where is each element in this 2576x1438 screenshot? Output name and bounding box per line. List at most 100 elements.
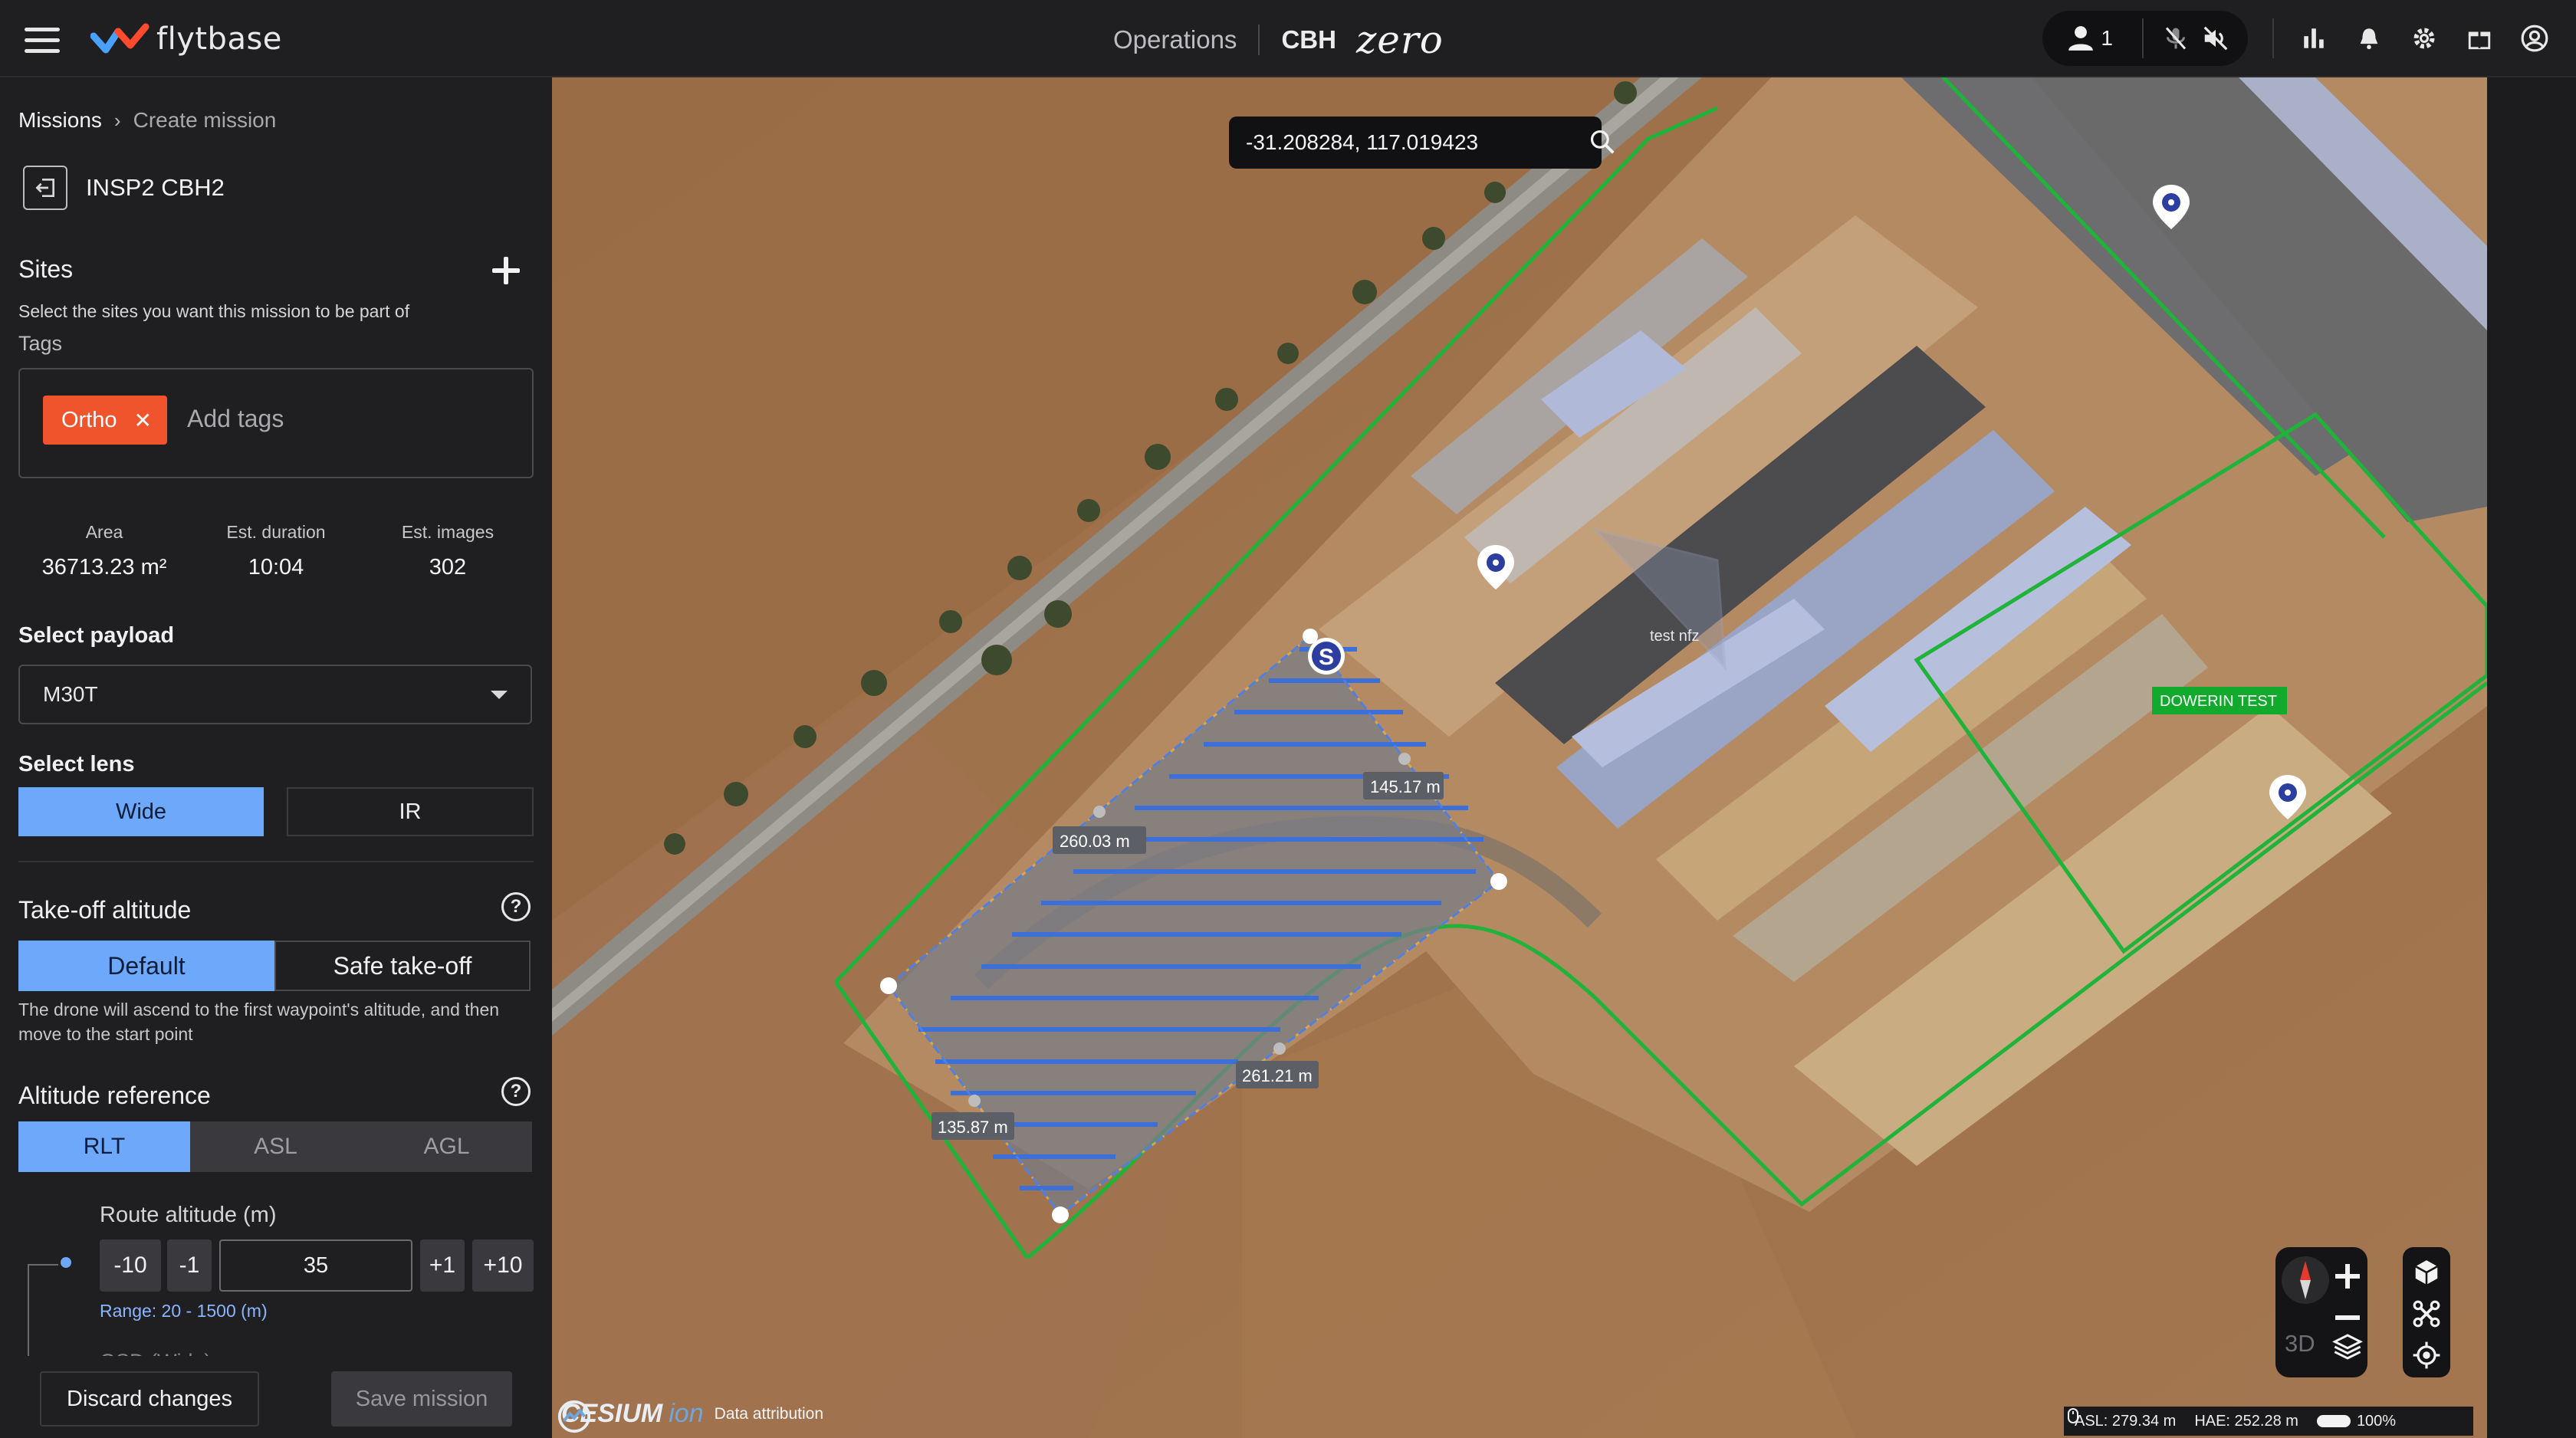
midpoint-handle[interactable]: [1273, 1042, 1286, 1055]
altref-rlt-button[interactable]: RLT: [18, 1121, 190, 1172]
lens-ir-button[interactable]: IR: [287, 787, 534, 836]
search-value: -31.208284, 117.019423: [1246, 130, 1479, 154]
nfz-label: test nfz: [1650, 628, 1699, 645]
altitude-minus-1-button[interactable]: -1: [167, 1239, 212, 1292]
takeoff-description: The drone will ascend to the first waypo…: [18, 1000, 500, 1044]
user-count: 1: [2101, 26, 2113, 50]
battery-readout: 100%: [2356, 1412, 2397, 1430]
altitude-minus-10-button[interactable]: -10: [100, 1239, 161, 1292]
takeoff-toggle: Default Safe take-off: [18, 941, 531, 991]
takeoff-safe-button[interactable]: Safe take-off: [274, 941, 531, 991]
tags-input[interactable]: Add tags: [187, 405, 284, 433]
product-logo: zero: [1355, 18, 1444, 62]
payload-label: Select payload: [18, 623, 175, 648]
comms-pill: 1: [2042, 11, 2248, 66]
navigation-controls: 3D: [2275, 1247, 2367, 1377]
edge-length-label: 261.21 m: [1242, 1066, 1313, 1085]
sites-subtitle: Select the sites you want this mission t…: [18, 301, 410, 321]
user-icon[interactable]: [2061, 18, 2101, 58]
stat-duration: Est. duration 10:04: [190, 522, 362, 580]
mission-sidebar: Missions › Create mission INSP2 CBH2 Sit…: [0, 77, 552, 1438]
vertex-handle[interactable]: [1052, 1207, 1069, 1223]
pill-divider: [2142, 18, 2144, 58]
layers-icon[interactable]: [2332, 1331, 2363, 1362]
stat-images: Est. images 302: [362, 522, 534, 580]
takeoff-default-button[interactable]: Default: [18, 941, 274, 991]
midpoint-handle[interactable]: [1093, 806, 1106, 818]
analytics-icon[interactable]: [2286, 11, 2341, 66]
midpoint-handle[interactable]: [1398, 753, 1411, 765]
vertex-handle[interactable]: [880, 977, 897, 994]
tags-field[interactable]: Ortho ✕ Add tags: [18, 368, 534, 478]
bell-icon[interactable]: [2341, 11, 2397, 66]
save-mission-button[interactable]: Save mission: [331, 1371, 512, 1427]
mouse-icon: [2068, 1408, 2078, 1423]
speaker-muted-icon[interactable]: [2196, 18, 2236, 58]
vertex-handle[interactable]: [1490, 873, 1507, 890]
brand-logo[interactable]: flytbase: [90, 20, 282, 58]
timeline-dot: [61, 1257, 71, 1268]
compass-icon[interactable]: [2282, 1256, 2329, 1304]
satellite-map[interactable]: test nfz DOWERIN TEST S 260.03 m 145.17 …: [552, 77, 2487, 1438]
altref-agl-button[interactable]: AGL: [361, 1121, 532, 1172]
back-button[interactable]: [23, 166, 67, 210]
help-icon[interactable]: ?: [501, 892, 531, 921]
right-edge-panel: [2487, 77, 2576, 1438]
asl-readout: ASL: 279.34 m: [2075, 1412, 2177, 1430]
chevron-down-icon: [491, 691, 508, 699]
altitude-status-bar: ASL: 279.34 m HAE: 252.28 m 100%: [2064, 1407, 2473, 1436]
site-code[interactable]: CBH: [1281, 25, 1336, 54]
mission-name[interactable]: INSP2 CBH2: [86, 174, 225, 202]
data-attribution-link[interactable]: Data attribution: [715, 1405, 823, 1423]
map-tools: [2403, 1247, 2450, 1377]
add-site-button[interactable]: [491, 255, 521, 286]
cesium-ion: ion: [669, 1399, 704, 1428]
nav-center: Operations CBH zero: [1113, 18, 1444, 62]
nav-operations[interactable]: Operations: [1113, 25, 1237, 54]
edge-length-label: 260.03 m: [1060, 832, 1130, 851]
close-icon[interactable]: ✕: [134, 408, 152, 433]
altitude-plus-10-button[interactable]: +10: [472, 1239, 534, 1292]
midpoint-handle[interactable]: [968, 1095, 981, 1107]
discard-changes-button[interactable]: Discard changes: [40, 1371, 259, 1427]
profile-icon[interactable]: [2507, 11, 2562, 66]
start-marker-label: S: [1319, 645, 1334, 670]
tags-label: Tags: [18, 332, 63, 355]
exit-icon: [35, 179, 54, 197]
sites-title: Sites: [18, 255, 74, 283]
stat-value: 302: [429, 555, 467, 579]
tag-chip[interactable]: Ortho ✕: [43, 396, 167, 445]
view-3d-toggle[interactable]: 3D: [2285, 1330, 2315, 1358]
route-altitude-input[interactable]: 35: [219, 1239, 412, 1292]
route-altitude-label: Route altitude (m): [100, 1203, 277, 1227]
gear-icon[interactable]: [2397, 11, 2452, 66]
altref-asl-button[interactable]: ASL: [190, 1121, 361, 1172]
top-bar: flytbase Operations CBH zero 1: [0, 0, 2576, 77]
nav-divider: [1258, 25, 1260, 55]
map-footer: CESIUM ion Data attribution ASL: 279.34 …: [552, 1397, 2487, 1438]
menu-icon[interactable]: [25, 28, 60, 53]
stat-label: Est. images: [401, 522, 495, 542]
lens-wide-button[interactable]: Wide: [18, 787, 264, 836]
cesium-logo[interactable]: CESIUM ion Data attribution: [557, 1399, 823, 1433]
stat-label: Area: [85, 522, 123, 542]
payload-select[interactable]: M30T: [18, 665, 532, 724]
breadcrumb-missions[interactable]: Missions: [18, 108, 102, 133]
breadcrumb: Missions › Create mission: [18, 108, 276, 133]
lens-label: Select lens: [18, 752, 135, 776]
takeoff-title: Take-off altitude: [18, 896, 192, 924]
zoom-in-button[interactable]: [2332, 1261, 2363, 1292]
edge-length-label: 145.17 m: [1370, 777, 1441, 796]
help-icon[interactable]: ?: [501, 1077, 531, 1106]
gift-icon[interactable]: [2452, 11, 2507, 66]
coordinate-search-input[interactable]: -31.208284, 117.019423: [1229, 117, 1615, 169]
flytbase-mark-icon: [90, 23, 150, 54]
edge-length-label: 135.87 m: [938, 1118, 1008, 1137]
altitude-plus-1-button[interactable]: +1: [420, 1239, 465, 1292]
mic-muted-icon[interactable]: [2156, 18, 2196, 58]
sidebar-footer: Discard changes Save mission: [0, 1356, 552, 1438]
stat-label: Est. duration: [226, 522, 326, 542]
map-view[interactable]: test nfz DOWERIN TEST S 260.03 m 145.17 …: [552, 77, 2487, 1438]
zoom-out-button[interactable]: [2332, 1302, 2363, 1333]
chevron-right-icon: ›: [113, 108, 121, 132]
